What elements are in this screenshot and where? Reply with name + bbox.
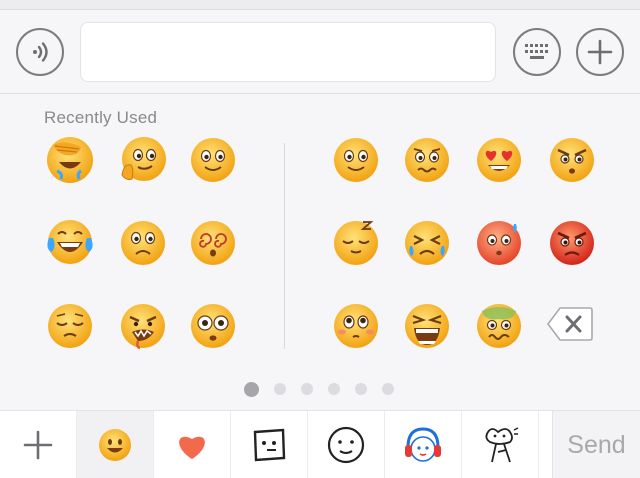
more-button[interactable]: [576, 28, 624, 76]
emoji-tears-of-joy[interactable]: [45, 218, 95, 268]
emoji-smile[interactable]: [188, 135, 238, 185]
page-dot-2[interactable]: [274, 383, 286, 395]
doodle-dog-icon: [485, 427, 519, 463]
message-input[interactable]: [80, 22, 496, 82]
headphone-character-icon: [405, 427, 441, 462]
voice-wave-icon: [33, 42, 48, 62]
section-divider: [284, 143, 285, 349]
tab-emoji[interactable]: [77, 411, 154, 478]
emoji-puppy-eyes[interactable]: [331, 301, 381, 351]
emoji-blush-scared[interactable]: [474, 218, 524, 268]
emoji-crying-squint[interactable]: [402, 218, 452, 268]
page-dot-5[interactable]: [355, 383, 367, 395]
page-dot-3[interactable]: [301, 383, 313, 395]
voice-button[interactable]: [16, 28, 64, 76]
emoji-angry-brow[interactable]: [547, 135, 597, 185]
tab-sticker-pack-2[interactable]: [308, 411, 385, 478]
emoji-grimace-drool[interactable]: [118, 301, 168, 351]
emoji-worried[interactable]: [118, 218, 168, 268]
delete-button[interactable]: [546, 305, 594, 343]
status-strip: [0, 0, 640, 10]
page-dot-1[interactable]: [244, 382, 259, 397]
plus-icon: [23, 430, 53, 460]
tab-favorites[interactable]: [154, 411, 231, 478]
emoji-heart-eyes[interactable]: [474, 135, 524, 185]
message-input-bar: [0, 10, 640, 94]
emoji-face-icon: [99, 429, 131, 461]
emoji-category-tabbar: Send: [0, 410, 640, 478]
emoji-panel: Recently Used: [0, 95, 640, 408]
add-sticker-button[interactable]: [0, 411, 77, 478]
emoji-nauseated[interactable]: [474, 301, 524, 351]
heart-icon: [179, 436, 205, 459]
emoji-rage[interactable]: [547, 218, 597, 268]
tab-sticker-pack-3[interactable]: [385, 411, 462, 478]
emoji-screaming[interactable]: [402, 301, 452, 351]
plus-icon: [587, 39, 613, 65]
tab-sticker-pack-4[interactable]: [462, 411, 539, 478]
page-dot-4[interactable]: [328, 383, 340, 395]
emoji-dizzy[interactable]: [188, 218, 238, 268]
emoji-smirk-chin[interactable]: [118, 135, 168, 185]
emoji-smile[interactable]: [331, 135, 381, 185]
send-button[interactable]: Send: [552, 411, 640, 478]
emoji-flushed[interactable]: [188, 301, 238, 351]
tab-sticker-pack-1[interactable]: [231, 411, 308, 478]
backspace-icon: [547, 307, 593, 341]
emoji-sleepy[interactable]: [331, 218, 381, 268]
section-label: Recently Used: [44, 108, 158, 127]
outline-face-icon: [327, 426, 365, 464]
page-dot-6[interactable]: [382, 383, 394, 395]
keyboard-icon: [525, 44, 548, 59]
emoji-facepalm[interactable]: [45, 135, 95, 185]
emoji-pensive[interactable]: [45, 301, 95, 351]
keyboard-button[interactable]: [513, 28, 561, 76]
emoji-awkward[interactable]: [402, 135, 452, 185]
page-indicator: [0, 382, 640, 397]
square-face-icon: [253, 428, 286, 462]
